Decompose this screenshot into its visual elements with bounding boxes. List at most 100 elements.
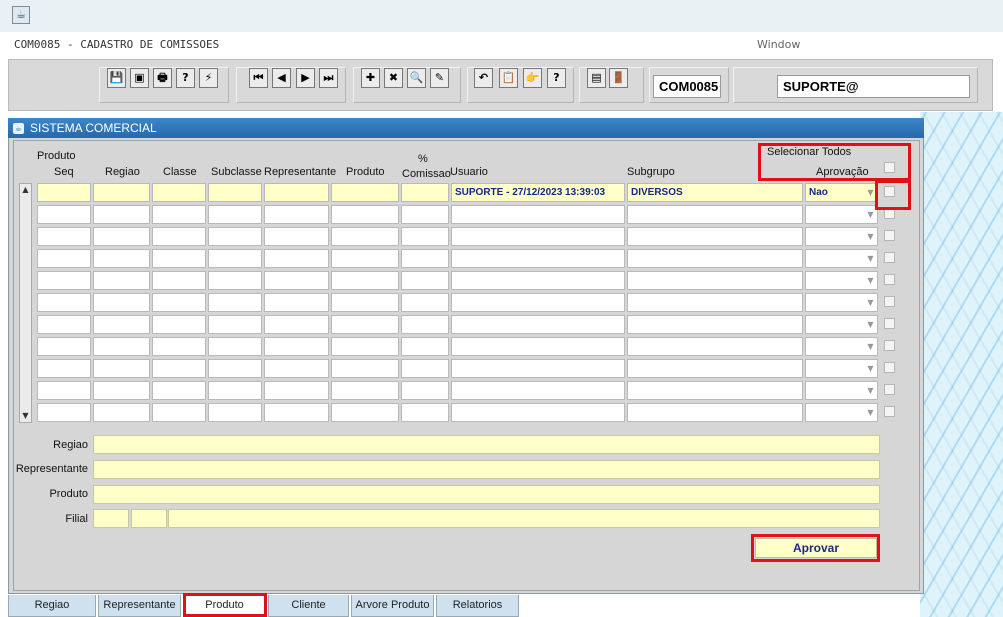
cell-usuario[interactable]: [451, 381, 625, 400]
tab-arvore-produto[interactable]: Arvore Produto: [351, 595, 434, 617]
cell-seq[interactable]: [37, 315, 91, 334]
cell-usuario[interactable]: [451, 227, 625, 246]
cell-produto[interactable]: [331, 205, 399, 224]
row-select-checkbox[interactable]: [884, 296, 895, 307]
cell-regiao[interactable]: [93, 315, 150, 334]
cell-seq[interactable]: [37, 227, 91, 246]
cell-aprovacao[interactable]: ▼: [805, 271, 878, 290]
cell-produto[interactable]: [331, 183, 399, 202]
clear-icon[interactable]: ✎: [430, 68, 449, 88]
row-select-checkbox[interactable]: [884, 230, 895, 241]
row-select-checkbox[interactable]: [884, 384, 895, 395]
previous-record-icon[interactable]: ◀: [272, 68, 291, 88]
cell-subgrupo[interactable]: [627, 249, 803, 268]
cell-seq[interactable]: [37, 205, 91, 224]
chevron-down-icon[interactable]: ▼: [865, 295, 876, 310]
window-icon[interactable]: ▣: [130, 68, 149, 88]
cell-aprovacao[interactable]: ▼: [805, 359, 878, 378]
cell-produto[interactable]: [331, 227, 399, 246]
cell-subclasse[interactable]: [208, 271, 262, 290]
cell-comissao[interactable]: [401, 337, 449, 356]
window-menu[interactable]: Window: [757, 38, 800, 51]
cell-seq[interactable]: [37, 271, 91, 290]
cell-subclasse[interactable]: [208, 205, 262, 224]
cell-classe[interactable]: [152, 381, 206, 400]
cell-produto[interactable]: [331, 403, 399, 422]
cell-aprovacao[interactable]: ▼: [805, 403, 878, 422]
next-record-icon[interactable]: ▶: [296, 68, 315, 88]
cell-representante[interactable]: [264, 293, 329, 312]
cell-representante[interactable]: [264, 403, 329, 422]
search-record-icon[interactable]: 🔍: [407, 68, 426, 88]
cell-subclasse[interactable]: [208, 337, 262, 356]
tab-cliente[interactable]: Cliente: [268, 595, 349, 617]
row-select-checkbox[interactable]: [884, 406, 895, 417]
cell-classe[interactable]: [152, 227, 206, 246]
cell-regiao[interactable]: [93, 337, 150, 356]
cell-representante[interactable]: [264, 249, 329, 268]
chevron-down-icon[interactable]: ▼: [865, 383, 876, 398]
last-record-icon[interactable]: ⏭: [319, 68, 338, 88]
cell-subgrupo[interactable]: [627, 403, 803, 422]
cell-subclasse[interactable]: [208, 183, 262, 202]
cell-regiao[interactable]: [93, 271, 150, 290]
cell-usuario[interactable]: [451, 359, 625, 378]
cell-representante[interactable]: [264, 337, 329, 356]
cell-produto[interactable]: [331, 315, 399, 334]
chevron-down-icon[interactable]: ▼: [865, 339, 876, 354]
cell-regiao[interactable]: [93, 227, 150, 246]
cell-produto[interactable]: [331, 271, 399, 290]
cell-subgrupo[interactable]: [627, 205, 803, 224]
print-icon[interactable]: 🖶: [153, 68, 172, 88]
delete-record-icon[interactable]: ✖: [384, 68, 403, 88]
chevron-down-icon[interactable]: ▼: [865, 361, 876, 376]
cell-subclasse[interactable]: [208, 381, 262, 400]
cell-aprovacao[interactable]: ▼: [805, 381, 878, 400]
undo-icon[interactable]: ↶: [474, 68, 493, 88]
cell-comissao[interactable]: [401, 381, 449, 400]
cell-produto[interactable]: [331, 359, 399, 378]
chevron-down-icon[interactable]: ▼: [865, 405, 876, 420]
cell-comissao[interactable]: [401, 359, 449, 378]
cell-comissao[interactable]: [401, 271, 449, 290]
cell-aprovacao[interactable]: ▼: [805, 227, 878, 246]
cell-subclasse[interactable]: [208, 249, 262, 268]
cell-usuario[interactable]: [451, 337, 625, 356]
cell-aprovacao[interactable]: Nao ▼: [805, 183, 878, 202]
cell-representante[interactable]: [264, 183, 329, 202]
cell-subclasse[interactable]: [208, 293, 262, 312]
cell-classe[interactable]: [152, 293, 206, 312]
first-record-icon[interactable]: ⏮: [249, 68, 268, 88]
cell-classe[interactable]: [152, 403, 206, 422]
cell-subclasse[interactable]: [208, 315, 262, 334]
cell-comissao[interactable]: [401, 403, 449, 422]
cell-produto[interactable]: [331, 381, 399, 400]
cell-produto[interactable]: [331, 293, 399, 312]
cell-representante[interactable]: [264, 381, 329, 400]
cell-classe[interactable]: [152, 183, 206, 202]
cell-classe[interactable]: [152, 271, 206, 290]
cell-comissao[interactable]: [401, 183, 449, 202]
cell-usuario[interactable]: [451, 293, 625, 312]
tab-regiao[interactable]: Regiao: [8, 595, 96, 617]
cell-subgrupo[interactable]: [627, 293, 803, 312]
cell-subgrupo[interactable]: DIVERSOS: [627, 183, 803, 202]
filial-name-field[interactable]: [168, 509, 880, 528]
help-icon[interactable]: ?: [547, 68, 566, 88]
help-query-icon[interactable]: ?: [176, 68, 195, 88]
cell-classe[interactable]: [152, 337, 206, 356]
cell-representante[interactable]: [264, 359, 329, 378]
cell-comissao[interactable]: [401, 205, 449, 224]
cell-subclasse[interactable]: [208, 403, 262, 422]
cell-aprovacao[interactable]: ▼: [805, 315, 878, 334]
row-select-checkbox[interactable]: [884, 340, 895, 351]
cell-usuario[interactable]: [451, 205, 625, 224]
chevron-down-icon[interactable]: ▼: [865, 273, 876, 288]
cell-subclasse[interactable]: [208, 359, 262, 378]
cell-usuario[interactable]: [451, 249, 625, 268]
cell-aprovacao[interactable]: ▼: [805, 337, 878, 356]
cell-representante[interactable]: [264, 315, 329, 334]
cell-comissao[interactable]: [401, 227, 449, 246]
filial-sub-field[interactable]: [131, 509, 167, 528]
cell-comissao[interactable]: [401, 315, 449, 334]
